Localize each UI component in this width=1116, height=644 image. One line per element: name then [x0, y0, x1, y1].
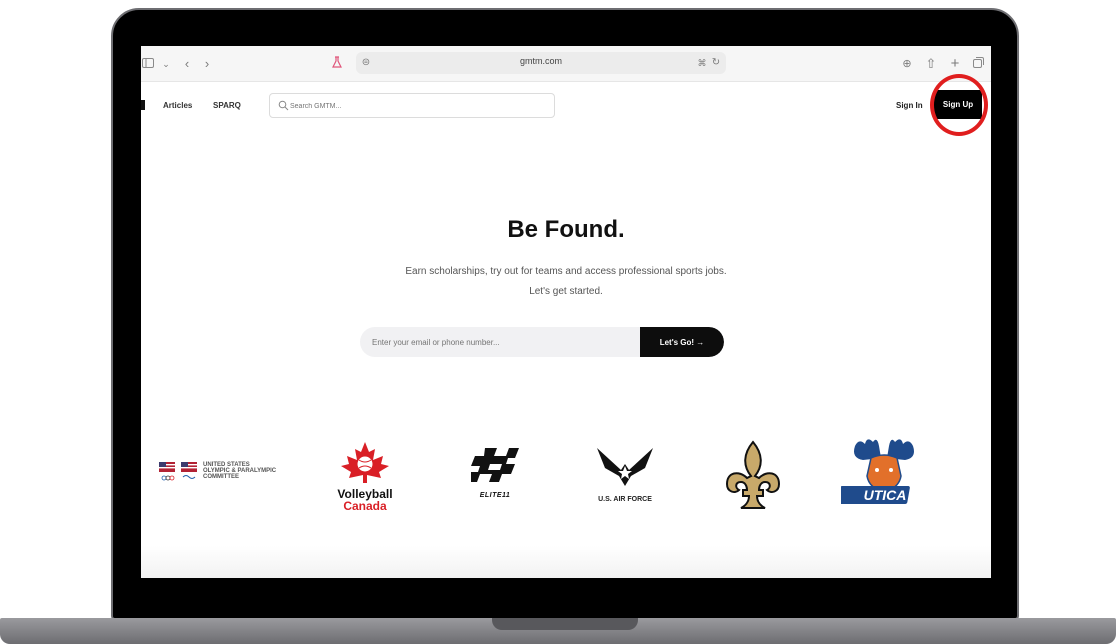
address-bar[interactable]: ⊜ gmtm.com ⌘ ↻: [356, 52, 726, 74]
logo-utica: UTICA: [837, 436, 927, 516]
reload-icon[interactable]: ↻: [710, 54, 722, 72]
elite11-mark-icon: [471, 448, 519, 482]
partner-logos: UNITED STATES OLYMPIC & PARALYMPIC COMMI…: [141, 434, 991, 524]
chevron-down-icon[interactable]: ⌄: [161, 55, 171, 73]
page-footer-shade: [141, 546, 991, 578]
highlight-circle: [930, 74, 988, 136]
air-force-text: U.S. AIR FORCE: [598, 496, 652, 503]
logo-usopc: UNITED STATES OLYMPIC & PARALYMPIC COMMI…: [159, 462, 299, 492]
tab-overview-icon[interactable]: [971, 55, 985, 73]
laptop-screen: ⌄ ‹ › ⊜ gmtm.com ⌘ ↻ ⊕ ⇧ + Articles SPAR…: [141, 46, 991, 578]
moose-icon: UTICA: [837, 439, 914, 504]
download-icon[interactable]: ⊕: [901, 55, 913, 73]
new-tab-icon[interactable]: +: [949, 55, 961, 73]
laptop-mockup: ⌄ ‹ › ⊜ gmtm.com ⌘ ↻ ⊕ ⇧ + Articles SPAR…: [0, 0, 1116, 644]
hero-subtitle-cta: Let's get started.: [529, 286, 603, 297]
back-icon[interactable]: ‹: [181, 55, 193, 73]
email-or-phone-input[interactable]: [372, 335, 632, 349]
elite11-text: ELITE11: [479, 492, 511, 499]
logo-elite11: ELITE11: [467, 446, 523, 508]
hero-title: Be Found.: [507, 216, 625, 243]
search-icon: [278, 100, 289, 111]
air-force-wings-icon: [597, 448, 653, 486]
signup-form: Let's Go! →: [360, 327, 724, 357]
share-icon[interactable]: ⇧: [925, 55, 937, 73]
us-flags-icon: [159, 462, 197, 481]
fleur-de-lis-icon: [725, 440, 781, 509]
browser-toolbar: ⌄ ‹ › ⊜ gmtm.com ⌘ ↻ ⊕ ⇧ +: [141, 46, 991, 82]
lets-go-button[interactable]: Let's Go! →: [640, 327, 724, 357]
sign-in-link[interactable]: Sign In: [896, 101, 923, 110]
flask-icon[interactable]: [331, 55, 343, 73]
site-search[interactable]: [269, 93, 555, 118]
gmtm-logo[interactable]: [141, 100, 145, 110]
nav-link-articles[interactable]: Articles: [163, 101, 192, 110]
search-input[interactable]: [290, 99, 540, 113]
site-header: Articles SPARQ Sign In Sign Up: [141, 82, 991, 134]
nav-link-sparq[interactable]: SPARQ: [213, 101, 241, 110]
sidebar-icon[interactable]: [141, 55, 155, 73]
utica-text: UTICA: [864, 487, 907, 503]
usopc-line-3: COMMITTEE: [203, 474, 239, 480]
translate-icon[interactable]: ⌘: [696, 54, 708, 72]
laptop-notch: [492, 618, 638, 630]
url-text: gmtm.com: [519, 56, 562, 66]
forward-icon[interactable]: ›: [201, 55, 213, 73]
logo-us-air-force: U.S. AIR FORCE: [585, 444, 665, 514]
maple-leaf-icon: [341, 442, 389, 483]
canada-text: Canada: [343, 499, 387, 513]
logo-volleyball-canada: Volleyball Canada: [333, 440, 397, 522]
logo-saints: [723, 440, 783, 512]
hero-subtitle: Earn scholarships, try out for teams and…: [405, 266, 727, 277]
